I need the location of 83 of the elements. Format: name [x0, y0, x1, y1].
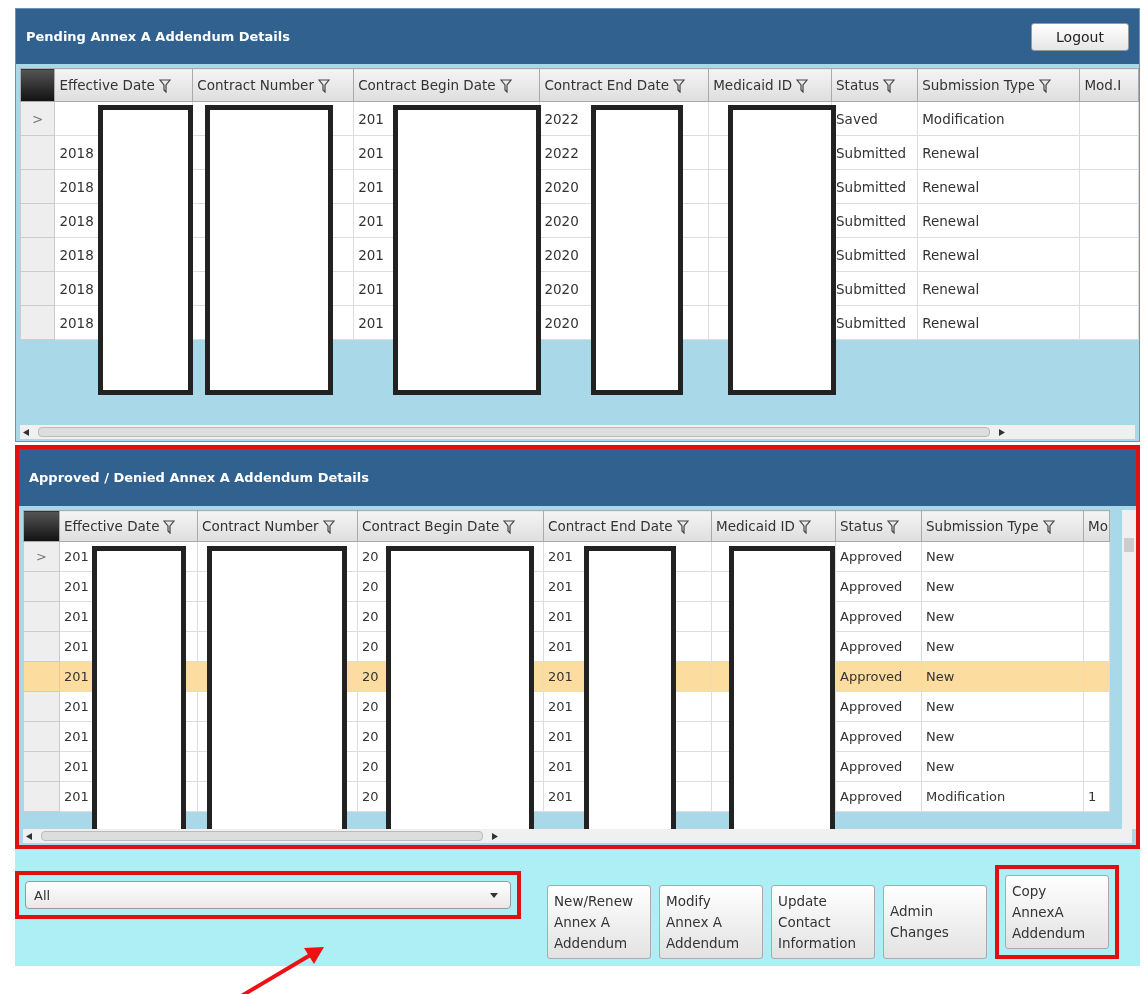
table-cell [1079, 203, 1139, 238]
filter-icon[interactable] [1038, 79, 1051, 93]
action-button[interactable]: Copy AnnexA Addendum [1005, 875, 1109, 949]
table-cell: Approved [835, 721, 922, 752]
column-header[interactable]: Mod.I [1079, 68, 1139, 102]
column-header[interactable]: Contract End Date [543, 510, 712, 542]
row-header[interactable]: > [23, 541, 60, 572]
table-cell: New [921, 541, 1084, 572]
filter-icon[interactable] [163, 520, 176, 534]
table-cell: Approved [835, 571, 922, 602]
table-cell: New [921, 661, 1084, 692]
table-cell: Renewal [917, 305, 1080, 340]
left-arrow-icon[interactable] [26, 832, 32, 840]
filter-icon[interactable] [798, 520, 811, 534]
table-cell: Modification [917, 101, 1080, 136]
table-cell [1079, 271, 1139, 306]
action-button[interactable]: Admin Changes [883, 885, 987, 959]
table-cell: Renewal [917, 237, 1080, 272]
table-cell [1079, 305, 1139, 340]
logout-button[interactable]: Logout [1031, 22, 1129, 51]
column-header[interactable]: Medicaid ID [711, 510, 836, 542]
left-arrow-icon[interactable] [23, 428, 29, 436]
table-cell: Renewal [917, 169, 1080, 204]
right-arrow-icon[interactable] [999, 428, 1005, 436]
vertical-scrollbar[interactable] [1122, 510, 1136, 829]
column-header[interactable]: Effective Date [54, 68, 193, 102]
table-cell [1079, 169, 1139, 204]
column-header[interactable]: Contract Begin Date [353, 68, 540, 102]
table-cell: Modification [921, 781, 1084, 812]
filter-icon[interactable] [796, 79, 809, 93]
filter-icon[interactable] [1042, 520, 1055, 534]
filter-icon[interactable] [673, 79, 685, 93]
table-cell: Approved [835, 661, 922, 692]
table-cell [1079, 237, 1139, 272]
table-cell: New [921, 601, 1084, 632]
filter-icon[interactable] [158, 79, 171, 93]
filter-icon[interactable] [676, 520, 689, 534]
filter-icon[interactable] [499, 79, 512, 93]
column-header[interactable]: Submission Type [921, 510, 1084, 542]
action-button[interactable]: Modify Annex A Addendum [659, 885, 763, 959]
filter-icon[interactable] [322, 520, 335, 534]
row-header[interactable]: > [20, 101, 55, 136]
column-header[interactable]: Mo [1083, 510, 1110, 542]
action-button[interactable]: New/Renew Annex A Addendum [547, 885, 651, 959]
table-cell: New [921, 751, 1084, 782]
table-cell [1079, 135, 1139, 170]
column-header[interactable]: Medicaid ID [708, 68, 832, 102]
table-cell: Approved [835, 781, 922, 812]
table-cell: New [921, 691, 1084, 722]
table-cell: Approved [835, 601, 922, 632]
corner-cell [23, 510, 60, 542]
table-cell: Renewal [917, 271, 1080, 306]
filter-dropdown[interactable]: All [25, 881, 511, 909]
column-header[interactable]: Status [835, 510, 922, 542]
column-header[interactable]: Contract End Date [539, 68, 709, 102]
filter-icon[interactable] [503, 520, 516, 534]
panel-title: Pending Annex A Addendum Details [26, 29, 290, 44]
table-cell: Renewal [917, 203, 1080, 238]
action-button[interactable]: Update Contact Information [771, 885, 875, 959]
filter-icon[interactable] [317, 79, 330, 93]
column-header[interactable]: Contract Begin Date [357, 510, 544, 542]
table-cell: Approved [835, 691, 922, 722]
table-cell: Approved [835, 631, 922, 662]
caret-icon [490, 892, 498, 898]
table-cell: Approved [835, 541, 922, 572]
column-header[interactable]: Status [831, 68, 918, 102]
filter-icon[interactable] [887, 520, 900, 534]
horizontal-scrollbar[interactable] [23, 829, 1132, 843]
column-header[interactable]: Contract Number [197, 510, 358, 542]
column-header[interactable]: Submission Type [917, 68, 1080, 102]
table-cell: New [921, 571, 1084, 602]
table-cell: New [921, 721, 1084, 752]
table-cell: New [921, 631, 1084, 662]
column-header[interactable]: Contract Number [192, 68, 354, 102]
right-arrow-icon[interactable] [492, 832, 498, 840]
corner-cell [20, 68, 55, 102]
table-cell: Approved [835, 751, 922, 782]
filter-icon[interactable] [883, 79, 896, 93]
table-cell [1079, 101, 1139, 136]
table-cell: Renewal [917, 135, 1080, 170]
horizontal-scrollbar[interactable] [20, 425, 1135, 439]
panel-title: Approved / Denied Annex A Addendum Details [29, 470, 369, 485]
column-header[interactable]: Effective Date [59, 510, 198, 542]
